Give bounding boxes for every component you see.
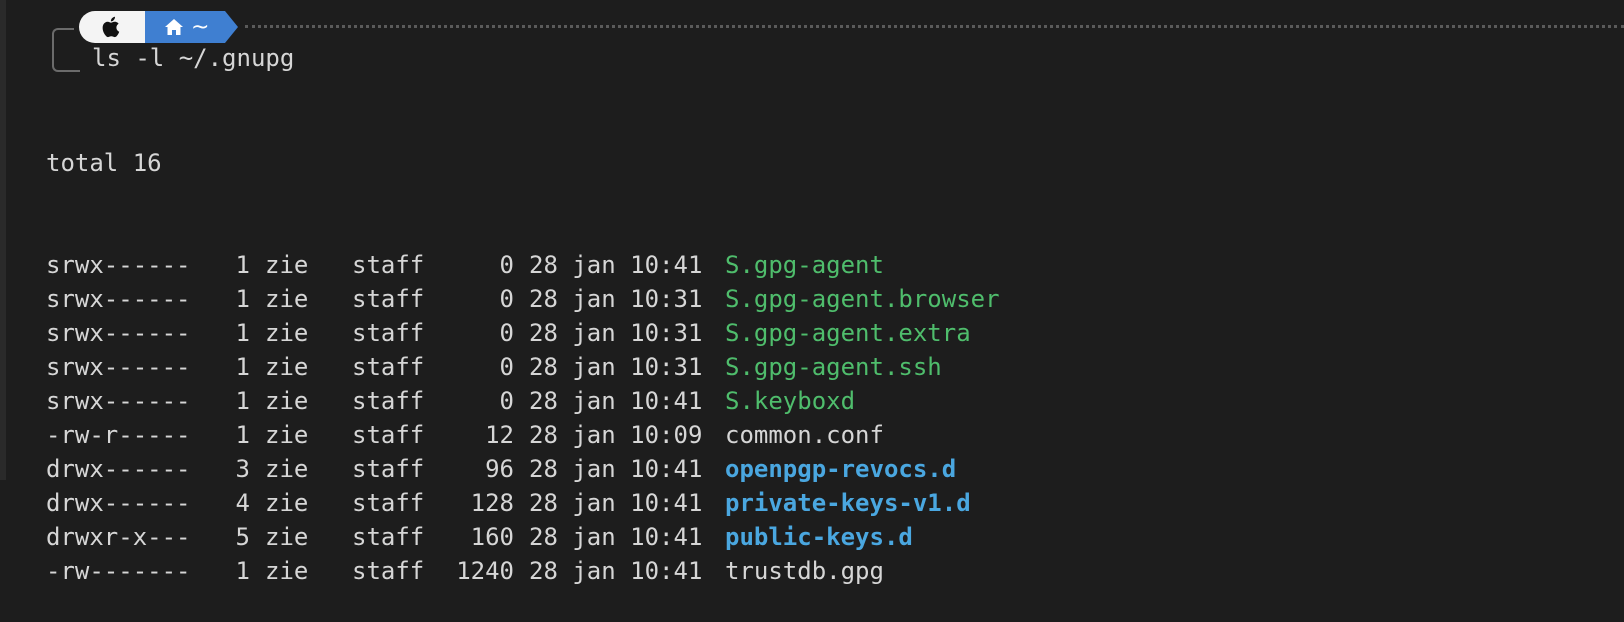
link-count: 1 (235, 421, 250, 449)
permissions: srwx------ (46, 353, 191, 381)
entry-name: S.gpg-agent (725, 251, 884, 279)
prompt-segment-arrow (225, 11, 238, 43)
modified-date: 28 jan 10:31 (529, 319, 703, 347)
prompt-bracket-bottom (52, 60, 80, 72)
entry-name: common.conf (725, 421, 884, 449)
home-icon (165, 19, 183, 35)
link-count: 4 (235, 489, 250, 517)
group: staff (352, 421, 425, 449)
listing-row: srwx------ 1 zie staff 0 28 jan 10:31 S.gpg-ag… (46, 282, 1000, 316)
link-count: 1 (235, 251, 250, 279)
modified-date: 28 jan 10:31 (529, 285, 703, 313)
owner: zie (265, 523, 309, 551)
link-count: 5 (235, 523, 250, 551)
permissions: srwx------ (46, 251, 191, 279)
modified-date: 28 jan 10:41 (529, 455, 703, 483)
owner: zie (265, 319, 309, 347)
apple-icon (102, 16, 120, 38)
size: 1240 (456, 557, 514, 585)
group: staff (352, 557, 425, 585)
entry-name: S.gpg-agent.ssh (725, 353, 942, 381)
owner: zie (265, 251, 309, 279)
total-line: total 16 (46, 146, 1000, 180)
permissions: -rw------- (46, 557, 191, 585)
owner: zie (265, 285, 309, 313)
link-count: 3 (235, 455, 250, 483)
entry-name: trustdb.gpg (725, 557, 884, 585)
window-edge (0, 0, 6, 480)
modified-date: 28 jan 10:41 (529, 489, 703, 517)
command-output: total 16 srwx------ 1 zie staff 0 28 jan 10:4… (46, 78, 1000, 622)
prompt-dotted-filler (245, 25, 1624, 28)
listing-row: srwx------ 1 zie staff 0 28 jan 10:41 S.gpg-ag… (46, 248, 1000, 282)
prompt-os-segment (79, 11, 145, 43)
size: 128 (470, 489, 514, 517)
size: 160 (470, 523, 514, 551)
group: staff (352, 285, 425, 313)
size: 0 (499, 285, 514, 313)
listing-row: srwx------ 1 zie staff 0 28 jan 10:31 S.gpg-ag… (46, 316, 1000, 350)
group: staff (352, 353, 425, 381)
group: staff (352, 387, 425, 415)
permissions: drwx------ (46, 455, 191, 483)
total-text: total 16 (46, 149, 162, 177)
size: 96 (485, 455, 514, 483)
prompt-bracket-top (52, 28, 74, 62)
modified-date: 28 jan 10:09 (529, 421, 703, 449)
prompt-dir: ~ (191, 14, 210, 40)
modified-date: 28 jan 10:41 (529, 387, 703, 415)
entry-name: S.gpg-agent.browser (725, 285, 1000, 313)
entry-name: private-keys-v1.d (725, 489, 971, 517)
permissions: srwx------ (46, 319, 191, 347)
permissions: srwx------ (46, 285, 191, 313)
listing-row: srwx------ 1 zie staff 0 28 jan 10:41 S.keybox… (46, 384, 1000, 418)
command-input[interactable]: ls -l ~/.gnupg (92, 44, 294, 72)
link-count: 1 (235, 353, 250, 381)
owner: zie (265, 421, 309, 449)
size: 12 (485, 421, 514, 449)
prompt-bar: ~ (0, 8, 1624, 46)
listing-row: -rw-r----- 1 zie staff 12 28 jan 10:09 common.… (46, 418, 1000, 452)
owner: zie (265, 489, 309, 517)
listing-row: -rw------- 1 zie staff 1240 28 jan 10:41 trust… (46, 554, 1000, 588)
size: 0 (499, 251, 514, 279)
group: staff (352, 455, 425, 483)
link-count: 1 (235, 557, 250, 585)
group: staff (352, 489, 425, 517)
size: 0 (499, 353, 514, 381)
group: staff (352, 251, 425, 279)
prompt-dir-segment: ~ (145, 11, 225, 43)
permissions: drwxr-x--- (46, 523, 191, 551)
listing-row: srwx------ 1 zie staff 0 28 jan 10:31 S.gpg-ag… (46, 350, 1000, 384)
modified-date: 28 jan 10:41 (529, 557, 703, 585)
link-count: 1 (235, 285, 250, 313)
owner: zie (265, 353, 309, 381)
owner: zie (265, 455, 309, 483)
listing-row: drwxr-x--- 5 zie staff 160 28 jan 10:41 public… (46, 520, 1000, 554)
size: 0 (499, 387, 514, 415)
owner: zie (265, 557, 309, 585)
listing-row: drwx------ 3 zie staff 96 28 jan 10:41 openpgp… (46, 452, 1000, 486)
owner: zie (265, 387, 309, 415)
entry-name: openpgp-revocs.d (725, 455, 957, 483)
permissions: drwx------ (46, 489, 191, 517)
entry-name: S.gpg-agent.extra (725, 319, 971, 347)
listing-row: drwx------ 4 zie staff 128 28 jan 10:41 privat… (46, 486, 1000, 520)
permissions: srwx------ (46, 387, 191, 415)
group: staff (352, 523, 425, 551)
modified-date: 28 jan 10:31 (529, 353, 703, 381)
link-count: 1 (235, 387, 250, 415)
entry-name: public-keys.d (725, 523, 913, 551)
group: staff (352, 319, 425, 347)
modified-date: 28 jan 10:41 (529, 523, 703, 551)
permissions: -rw-r----- (46, 421, 191, 449)
entry-name: S.keyboxd (725, 387, 856, 415)
size: 0 (499, 319, 514, 347)
modified-date: 28 jan 10:41 (529, 251, 703, 279)
link-count: 1 (235, 319, 250, 347)
